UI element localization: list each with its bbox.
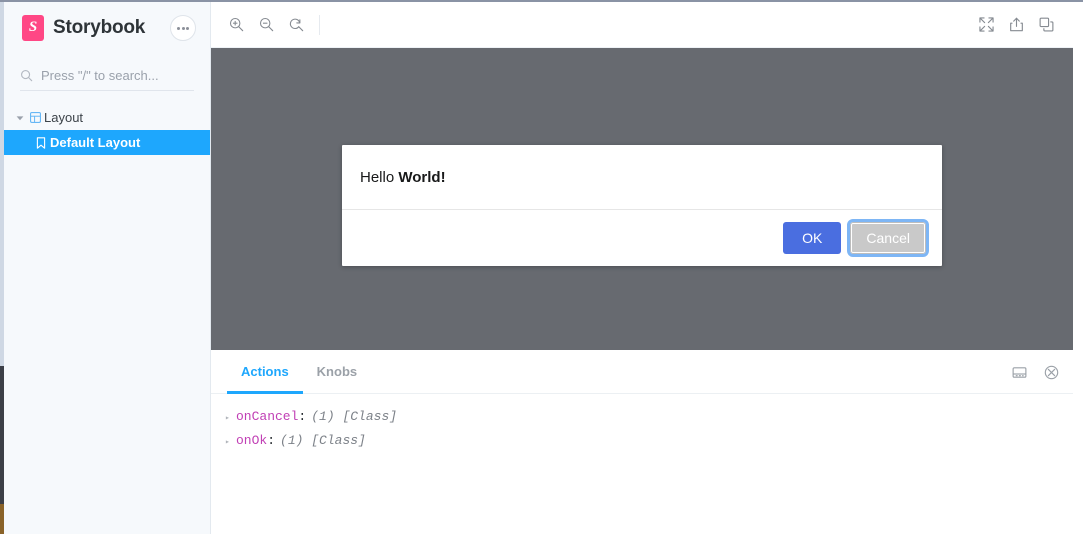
window-right-edge (1073, 2, 1083, 534)
zoom-in-icon[interactable] (221, 11, 251, 39)
dialog-message: Hello World! (342, 145, 942, 210)
cancel-button[interactable]: Cancel (847, 219, 929, 257)
log-separator: : (298, 409, 307, 424)
sidebar: S Storybook Press "/" to search... Layou… (4, 2, 211, 534)
copy-link-icon[interactable] (1031, 11, 1061, 39)
tree-group-layout[interactable]: Layout (4, 105, 210, 130)
menu-dot-icon (181, 26, 185, 30)
toolbar-right-group (971, 11, 1061, 39)
clear-icon[interactable] (1041, 363, 1061, 383)
search-icon (21, 69, 33, 81)
search-bar[interactable] (20, 60, 194, 91)
fullscreen-icon[interactable] (971, 11, 1001, 39)
zoom-reset-icon[interactable] (281, 11, 311, 39)
panel-position-icon[interactable] (1009, 363, 1029, 383)
component-grid-icon (26, 112, 44, 123)
bookmark-icon (32, 136, 50, 149)
sidebar-header: S Storybook (4, 2, 210, 54)
sidebar-item-default-layout[interactable]: Default Layout (4, 130, 210, 155)
tab-actions[interactable]: Actions (227, 352, 303, 394)
menu-dot-icon (177, 26, 180, 30)
dialog-message-bold: World! (398, 169, 446, 186)
log-key: onCancel (236, 409, 299, 424)
preview-toolbar (211, 2, 1073, 48)
modal-dialog: Hello World! OK Cancel (342, 145, 942, 266)
expand-triangle-icon[interactable]: ▸ (225, 433, 236, 453)
log-entry[interactable]: ▸ onCancel : (1) [Class] (211, 406, 1073, 430)
brand-title: Storybook (53, 17, 146, 38)
log-entry[interactable]: ▸ onOk : (1) [Class] (211, 430, 1073, 454)
main-area: Hello World! OK Cancel Actions Knobs ▸ o… (211, 2, 1073, 534)
storybook-app: S Storybook Press "/" to search... Layou… (0, 0, 1083, 534)
open-in-new-tab-icon[interactable] (1001, 11, 1031, 39)
story-tree: Layout Default Layout (4, 105, 210, 155)
panel-tabs-right (1009, 363, 1061, 383)
log-value: (1) [Class] (311, 409, 398, 424)
dialog-message-prefix: Hello (360, 169, 399, 186)
search-input[interactable] (41, 67, 194, 83)
storybook-logo-icon: S (22, 15, 44, 41)
ok-button[interactable]: OK (783, 222, 842, 254)
log-value: (1) [Class] (280, 433, 366, 448)
actions-log: ▸ onCancel : (1) [Class] ▸ onOk : (1) [C… (211, 394, 1073, 454)
tab-knobs[interactable]: Knobs (303, 352, 371, 394)
storybook-logo-letter: S (28, 19, 38, 35)
log-separator: : (267, 433, 276, 448)
toolbar-left-group (221, 11, 328, 39)
dialog-footer: OK Cancel (342, 210, 942, 266)
brand[interactable]: S Storybook (22, 15, 145, 41)
sidebar-menu-button[interactable] (170, 15, 196, 41)
sidebar-item-label: Default Layout (50, 135, 141, 150)
zoom-out-icon[interactable] (251, 11, 281, 39)
chevron-down-icon[interactable] (13, 114, 26, 122)
addon-panel: Actions Knobs ▸ onCancel: (1) [Class] ▸… (211, 352, 1073, 534)
panel-tabs-left: Actions Knobs (227, 352, 371, 394)
tree-group-label: Layout (44, 110, 84, 125)
log-key: onOk (236, 433, 268, 448)
panel-tab-bar: Actions Knobs (211, 352, 1073, 394)
menu-dot-icon (186, 26, 189, 30)
toolbar-separator (319, 14, 320, 35)
story-canvas: Hello World! OK Cancel (211, 48, 1073, 350)
expand-triangle-icon[interactable]: ▸ (225, 409, 236, 429)
